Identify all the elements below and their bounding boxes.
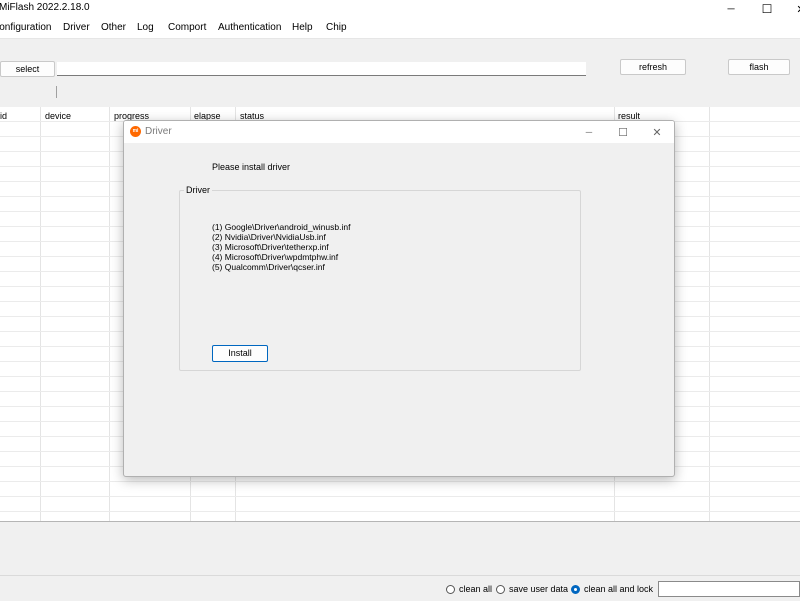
menu-comport[interactable]: Comport: [168, 22, 206, 33]
menu-authentication[interactable]: Authentication: [218, 22, 281, 33]
option-clean-all[interactable]: clean all: [446, 584, 492, 594]
menu-chip[interactable]: Chip: [326, 22, 347, 33]
driver-item: (5) Qualcomm\Driver\qcser.inf: [212, 262, 325, 272]
maximize-icon: ☐: [761, 2, 773, 16]
radio-unchecked-icon[interactable]: [496, 584, 505, 594]
menu-log[interactable]: Log: [137, 22, 154, 33]
install-button[interactable]: Install: [212, 345, 268, 362]
dialog-title-bar: mi Driver ─ ☐ ✕: [124, 121, 674, 143]
grid-row-line: [0, 481, 800, 482]
refresh-button[interactable]: refresh: [620, 59, 686, 75]
flash-button[interactable]: flash: [728, 59, 790, 75]
groupbox-label: Driver: [184, 185, 212, 195]
grid-row-line: [0, 511, 800, 512]
mi-logo-icon: mi: [130, 126, 141, 137]
close-icon: ✕: [652, 126, 662, 139]
menu-help[interactable]: Help: [292, 22, 313, 33]
grid-column-line: [709, 107, 710, 521]
column-header-id[interactable]: id: [0, 111, 7, 121]
option-label: clean all and lock: [584, 584, 654, 594]
grid-column-line: [109, 107, 110, 521]
title-bar: MiFlash 2022.2.18.0 ─ ☐ ✕: [0, 0, 800, 18]
option-label: clean all: [459, 584, 493, 594]
driver-list: (1) Google\Driver\android_winusb.inf (2)…: [212, 222, 350, 272]
grid-column-line: [40, 107, 41, 521]
menu-bar: Configuration Driver Other Log Comport A…: [0, 18, 800, 39]
menu-driver[interactable]: Driver: [63, 22, 90, 33]
option-clean-all-and-lock[interactable]: clean all and lock: [571, 584, 653, 594]
column-header-device[interactable]: device: [45, 111, 71, 121]
dialog-message: Please install driver: [212, 162, 291, 172]
toolbar-separator: [56, 86, 57, 98]
driver-groupbox: Driver (1) Google\Driver\android_winusb.…: [179, 185, 581, 371]
options-bar: clean all save user data clean all and l…: [0, 575, 800, 601]
grid-border: [0, 521, 800, 522]
menu-other[interactable]: Other: [101, 22, 126, 33]
driver-item: (2) Nvidia\Driver\NvidiaUsb.inf: [212, 232, 326, 242]
option-save-user-data[interactable]: save user data: [496, 584, 568, 594]
dialog-title: Driver: [145, 126, 172, 137]
dialog-close-button[interactable]: ✕: [639, 121, 674, 143]
minimize-icon: ─: [727, 3, 735, 15]
option-label: save user data: [509, 584, 569, 594]
driver-dialog: mi Driver ─ ☐ ✕ Please install driver Dr…: [123, 120, 675, 477]
close-icon: ✕: [796, 3, 800, 16]
menu-configuration[interactable]: Configuration: [0, 22, 51, 33]
minimize-icon: ─: [585, 127, 593, 137]
driver-item: (4) Microsoft\Driver\wpdmtphw.inf: [212, 252, 339, 262]
select-button[interactable]: select: [0, 61, 55, 77]
path-input[interactable]: [57, 62, 586, 76]
dialog-minimize-button[interactable]: ─: [571, 121, 607, 143]
radio-checked-icon[interactable]: [571, 584, 580, 594]
status-text-field[interactable]: [658, 581, 800, 597]
dialog-maximize-button[interactable]: ☐: [605, 121, 641, 143]
driver-item: (3) Microsoft\Driver\tetherxp.inf: [212, 242, 329, 252]
driver-item: (1) Google\Driver\android_winusb.inf: [212, 222, 351, 232]
maximize-icon: ☐: [618, 126, 628, 139]
app-title: MiFlash 2022.2.18.0: [0, 2, 90, 13]
radio-unchecked-icon[interactable]: [446, 584, 455, 594]
grid-row-line: [0, 496, 800, 497]
close-button[interactable]: ✕: [778, 0, 800, 18]
